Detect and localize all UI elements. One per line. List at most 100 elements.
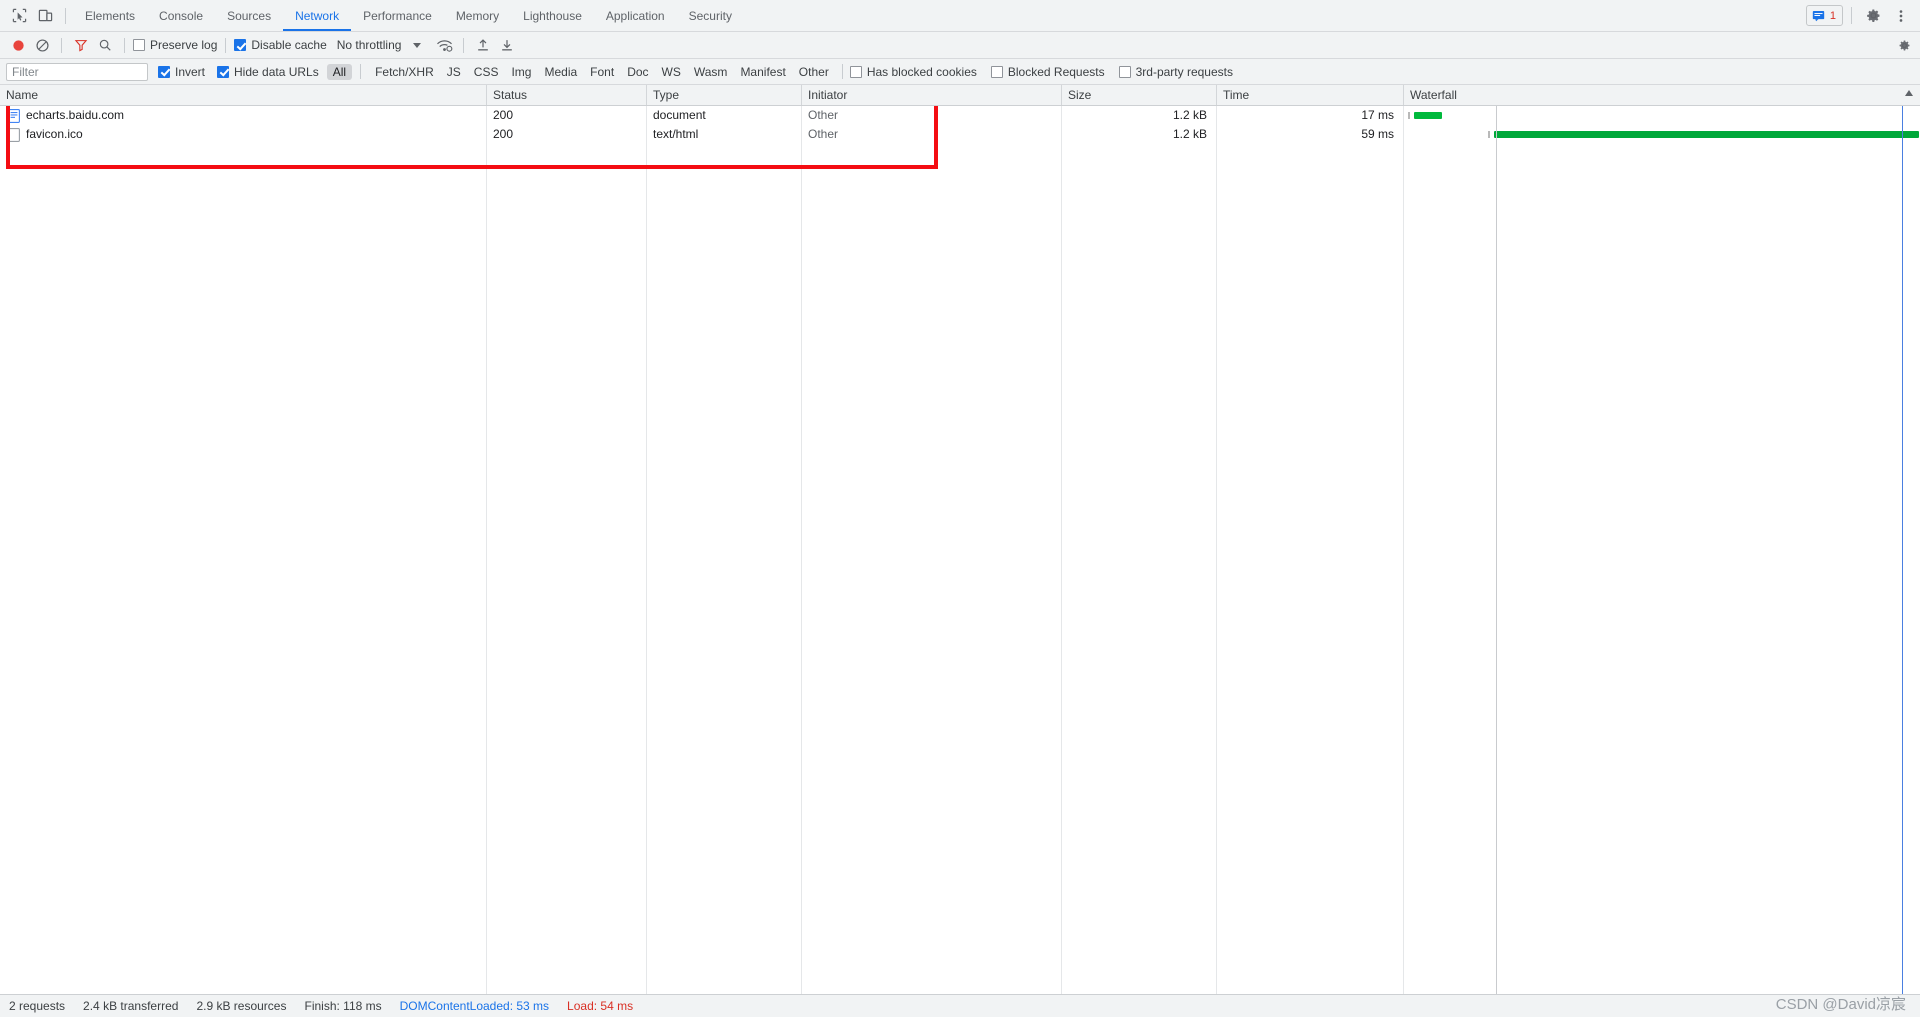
column-header-time[interactable]: Time [1217,85,1404,105]
tab-label: Security [688,8,732,23]
import-har-icon[interactable] [472,35,494,55]
invert-box [158,65,170,78]
cell-time: 59 ms [1217,125,1404,144]
filterbar-divider [841,64,843,79]
gear-icon[interactable] [1860,3,1886,29]
cell-type: document [647,106,802,125]
column-header-status[interactable]: Status [487,85,647,105]
filter-input[interactable] [6,62,148,81]
network-settings-gear-icon [1897,38,1912,53]
tab-console[interactable]: Console [147,0,215,31]
tabbar-divider [65,7,66,24]
request-name: favicon.ico [26,127,83,141]
tab-performance[interactable]: Performance [351,0,444,31]
tab-label: Elements [85,8,136,23]
type-chip-all[interactable]: All [326,63,353,80]
tab-network[interactable]: Network [283,0,352,31]
tab-security[interactable]: Security [677,0,744,31]
type-value: text/html [653,127,699,141]
network-requests-panel: Name Status Type Initiator Size Time Wat… [0,85,1920,994]
tab-elements[interactable]: Elements [73,0,147,31]
chipset-divider [360,64,362,79]
filter-funnel-icon[interactable] [70,35,92,55]
column-header-type[interactable]: Type [647,85,802,105]
table-row[interactable]: favicon.ico 200 text/html Other 1.2 kB 5… [0,125,1920,144]
status-value: 200 [493,108,514,122]
grid-col-waterfall [1404,106,1920,994]
table-grid-background [0,106,1920,994]
type-chip-doc[interactable]: Doc [621,64,654,80]
grid-col-type [647,106,802,994]
record-button-icon[interactable] [7,35,29,55]
grid-col-size [1062,106,1217,994]
column-header-name[interactable]: Name [0,85,487,105]
devtools-main-tabbar: Elements Console Sources Network Perform… [0,0,1920,32]
wifi-conditions-icon[interactable] [433,35,455,55]
type-chip-manifest[interactable]: Manifest [734,64,791,80]
type-chip-img[interactable]: Img [505,64,537,80]
cell-size: 1.2 kB [1062,106,1217,125]
tab-application[interactable]: Application [594,0,677,31]
disable-cache-checkbox[interactable]: Disable cache [234,38,327,52]
console-messages-button[interactable]: 1 [1805,5,1843,26]
preserve-log-label: Preserve log [150,38,218,52]
column-label: Status [493,88,528,102]
type-chip-wasm[interactable]: Wasm [688,64,734,80]
dom-content-loaded-time: DOMContentLoaded: 53 ms [399,999,550,1013]
tabbar-right-divider [1851,7,1852,24]
kebab-menu-icon[interactable] [1888,3,1914,29]
cell-waterfall [1404,106,1920,125]
toolbar-divider-3 [225,37,227,53]
cell-type: text/html [647,125,802,144]
tab-lighthouse[interactable]: Lighthouse [511,0,594,31]
tab-label: Performance [363,8,432,23]
export-har-icon[interactable] [496,35,518,55]
device-toolbar-icon[interactable] [32,3,58,29]
chip-label: Manifest [740,64,786,79]
chip-label: Doc [627,64,649,79]
column-header-size[interactable]: Size [1062,85,1217,105]
disable-cache-label: Disable cache [251,38,327,52]
chip-label: WS [661,64,681,79]
chevron-down-icon[interactable] [413,42,422,48]
column-header-initiator[interactable]: Initiator [802,85,1062,105]
chip-label: Wasm [693,64,728,79]
initiator-value: Other [808,108,839,122]
has-blocked-cookies-checkbox[interactable]: Has blocked cookies [849,65,977,79]
resources-size: 2.9 kB resources [196,999,287,1013]
throttling-select[interactable]: No throttling [337,38,402,52]
inspect-cursor-icon[interactable] [6,3,32,29]
network-settings-button[interactable] [1897,38,1920,53]
hide-data-urls-checkbox[interactable]: Hide data URLs [217,65,319,79]
cell-size: 1.2 kB [1062,125,1217,144]
column-header-waterfall[interactable]: Waterfall [1404,85,1920,105]
table-row[interactable]: echarts.baidu.com 200 document Other 1.2… [0,106,1920,125]
type-chip-media[interactable]: Media [538,64,583,80]
time-value: 17 ms [1361,108,1394,122]
type-chip-ws[interactable]: WS [656,64,687,80]
type-chip-js[interactable]: JS [441,64,467,80]
cell-name[interactable]: favicon.ico [0,125,487,144]
throttling-label: No throttling [336,38,402,52]
network-filter-bar: Invert Hide data URLs All Fetch/XHR JS C… [0,59,1920,85]
cell-name[interactable]: echarts.baidu.com [0,106,487,125]
tab-memory[interactable]: Memory [444,0,511,31]
tab-label: Application [605,8,665,23]
type-chip-font[interactable]: Font [584,64,620,80]
invert-checkbox[interactable]: Invert [158,65,205,79]
column-label: Initiator [808,88,848,102]
type-chip-css[interactable]: CSS [468,64,505,80]
third-party-requests-checkbox[interactable]: 3rd-party requests [1118,65,1233,79]
status-value: 200 [493,127,514,141]
resource-type-filters: All Fetch/XHR JS CSS Img Media Font Doc … [326,63,835,80]
type-chip-other[interactable]: Other [793,64,835,80]
request-name: echarts.baidu.com [26,108,125,122]
preserve-log-checkbox[interactable]: Preserve log [133,38,217,52]
requests-table-body: echarts.baidu.com 200 document Other 1.2… [0,106,1920,994]
clear-network-log-icon[interactable] [31,35,53,55]
blocked-requests-checkbox[interactable]: Blocked Requests [990,65,1105,79]
type-chip-fetch-xhr[interactable]: Fetch/XHR [369,64,440,80]
tab-sources[interactable]: Sources [215,0,283,31]
search-icon[interactable] [94,35,116,55]
requests-table-header: Name Status Type Initiator Size Time Wat… [0,85,1920,106]
